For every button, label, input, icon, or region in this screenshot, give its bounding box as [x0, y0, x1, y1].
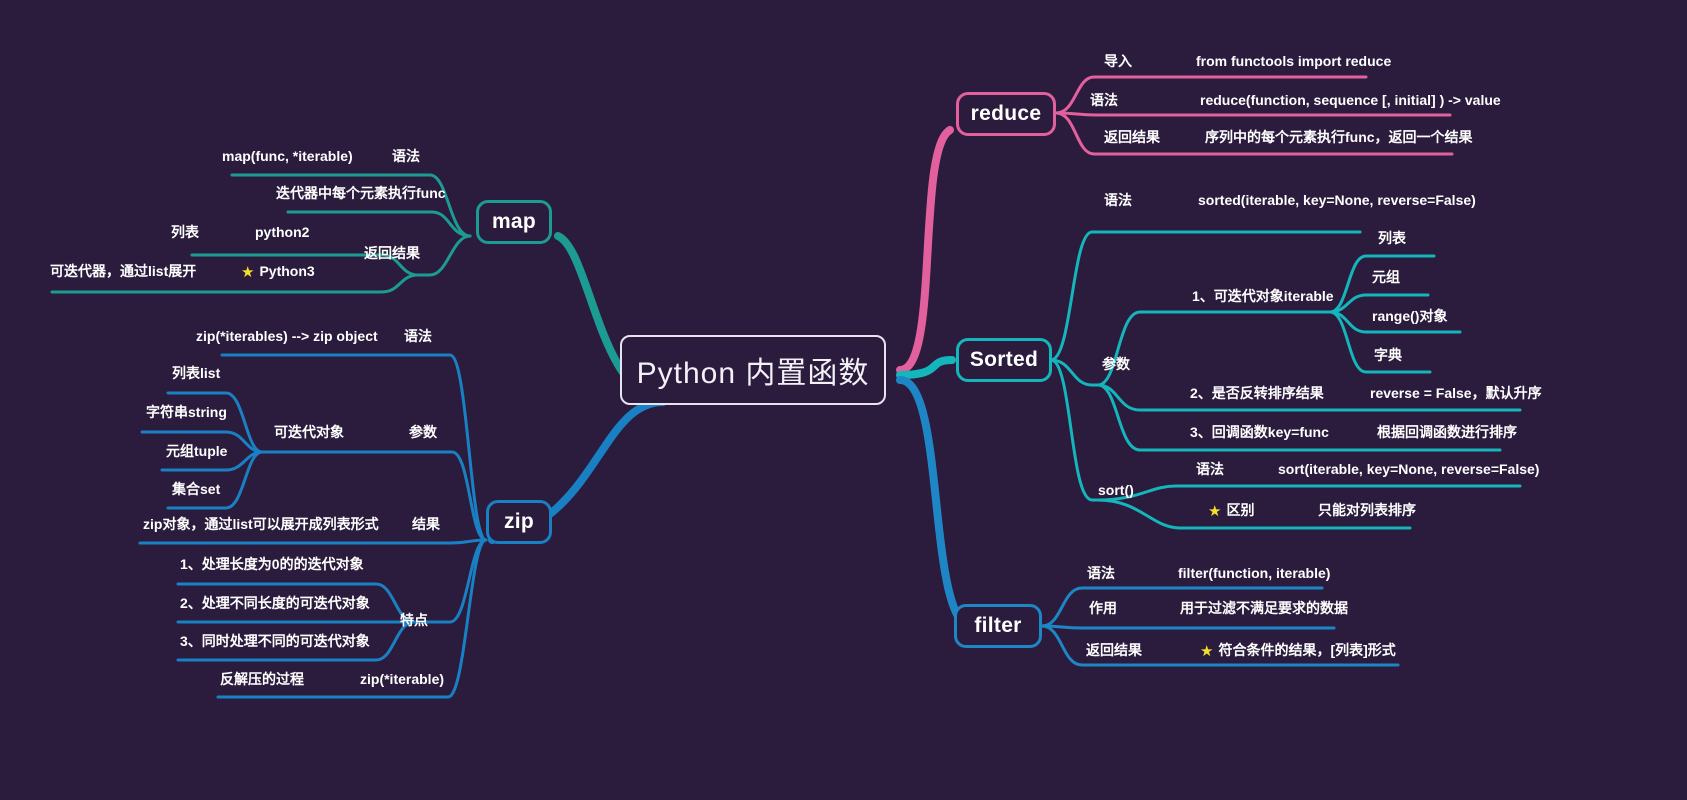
map-connectors	[50, 173, 667, 402]
map-exec-value: 迭代器中每个元素执行func	[276, 185, 446, 201]
zip-feature-key: 特点	[400, 612, 428, 628]
sorted-param-reverse-value: reverse = False，默认升序	[1370, 385, 1542, 401]
filter-use-key: 作用	[1089, 600, 1117, 616]
zip-feature-1: 1、处理长度为0的的迭代对象	[180, 556, 364, 572]
sorted-iterable-range: range()对象	[1372, 308, 1448, 324]
sort-syntax-value: sort(iterable, key=None, reverse=False)	[1278, 461, 1540, 477]
sorted-syntax-value: sorted(iterable, key=None, reverse=False…	[1198, 192, 1476, 208]
map-python3-key: ★ Python3	[241, 263, 315, 281]
map-return-key: 返回结果	[364, 245, 420, 261]
star-icon: ★	[241, 264, 255, 281]
sort-diff-key: ★ 区别	[1208, 502, 1255, 520]
zip-syntax-value: zip(*iterables) --> zip object	[196, 328, 378, 344]
sort-syntax-key: 语法	[1196, 461, 1224, 477]
branch-node-sorted-label: Sorted	[969, 348, 1039, 371]
center-node[interactable]: Python 内置函数	[620, 335, 886, 405]
reduce-return-value: 序列中的每个元素执行func，返回一个结果	[1205, 129, 1473, 145]
zip-param-key: 参数	[409, 424, 437, 440]
sort-method-key: sort()	[1098, 482, 1134, 498]
sorted-param-iterable: 1、可迭代对象iterable	[1192, 288, 1334, 304]
zip-feature-3: 3、同时处理不同的可迭代对象	[180, 633, 370, 649]
branch-node-filter[interactable]: filter	[954, 604, 1042, 648]
reduce-syntax-key: 语法	[1090, 92, 1118, 108]
mindmap-canvas: Python 内置函数 map zip reduce Sorted filter…	[0, 0, 1687, 800]
sorted-param-reverse-key: 2、是否反转排序结果	[1190, 385, 1324, 401]
branch-node-map[interactable]: map	[476, 200, 552, 244]
reduce-syntax-value: reduce(function, sequence [, initial] ) …	[1200, 92, 1501, 108]
filter-return-value: ★ 符合条件的结果，[列表]形式	[1200, 642, 1396, 660]
sorted-syntax-key: 语法	[1104, 192, 1132, 208]
sorted-param-key: 参数	[1102, 356, 1130, 372]
filter-use-value: 用于过滤不满足要求的数据	[1180, 600, 1348, 616]
reduce-import-key: 导入	[1104, 53, 1132, 69]
branch-node-reduce[interactable]: reduce	[956, 92, 1056, 136]
star-icon: ★	[1200, 643, 1214, 660]
zip-param-tuple: 元组tuple	[166, 443, 228, 459]
map-python2-value: 列表	[171, 224, 199, 240]
filter-syntax-key: 语法	[1087, 565, 1115, 581]
zip-unzip-value: 反解压的过程	[220, 671, 304, 687]
star-icon: ★	[1208, 503, 1222, 520]
zip-param-set: 集合set	[172, 481, 221, 497]
center-node-label: Python 内置函数	[636, 357, 870, 390]
zip-result-key: 结果	[412, 516, 440, 532]
sorted-param-key-func-value: 根据回调函数进行排序	[1377, 424, 1517, 440]
zip-param-value: 可迭代对象	[274, 424, 344, 440]
zip-syntax-key: 语法	[404, 328, 432, 344]
map-syntax-key: 语法	[392, 148, 420, 164]
reduce-return-key: 返回结果	[1104, 129, 1160, 145]
branch-node-zip-label: zip	[503, 510, 535, 533]
zip-feature-2: 2、处理不同长度的可迭代对象	[180, 595, 370, 611]
reduce-import-value: from functools import reduce	[1196, 53, 1392, 69]
map-python3-value: 可迭代器，通过list展开	[50, 263, 197, 279]
sorted-iterable-list: 列表	[1378, 230, 1406, 246]
sorted-param-key-func-key: 3、回调函数key=func	[1190, 424, 1329, 440]
sorted-iterable-dict: 字典	[1374, 347, 1402, 363]
sorted-iterable-tuple: 元组	[1372, 269, 1400, 285]
filter-syntax-value: filter(function, iterable)	[1178, 565, 1331, 581]
branch-node-sorted[interactable]: Sorted	[956, 338, 1052, 382]
zip-param-string: 字符串string	[146, 404, 227, 420]
branch-node-zip[interactable]: zip	[486, 500, 552, 544]
zip-unzip-key: zip(*iterable)	[360, 671, 445, 687]
filter-return-key: 返回结果	[1086, 642, 1142, 658]
map-python2-key: python2	[255, 224, 310, 240]
branch-node-reduce-label: reduce	[970, 102, 1042, 125]
map-syntax-value: map(func, *iterable)	[222, 148, 353, 164]
zip-param-list: 列表list	[172, 365, 221, 381]
branch-node-map-label: map	[491, 210, 537, 233]
branch-node-filter-label: filter	[974, 614, 1022, 637]
zip-result-value: zip对象，通过list可以展开成列表形式	[143, 516, 379, 532]
sort-diff-value: 只能对列表排序	[1318, 502, 1416, 518]
